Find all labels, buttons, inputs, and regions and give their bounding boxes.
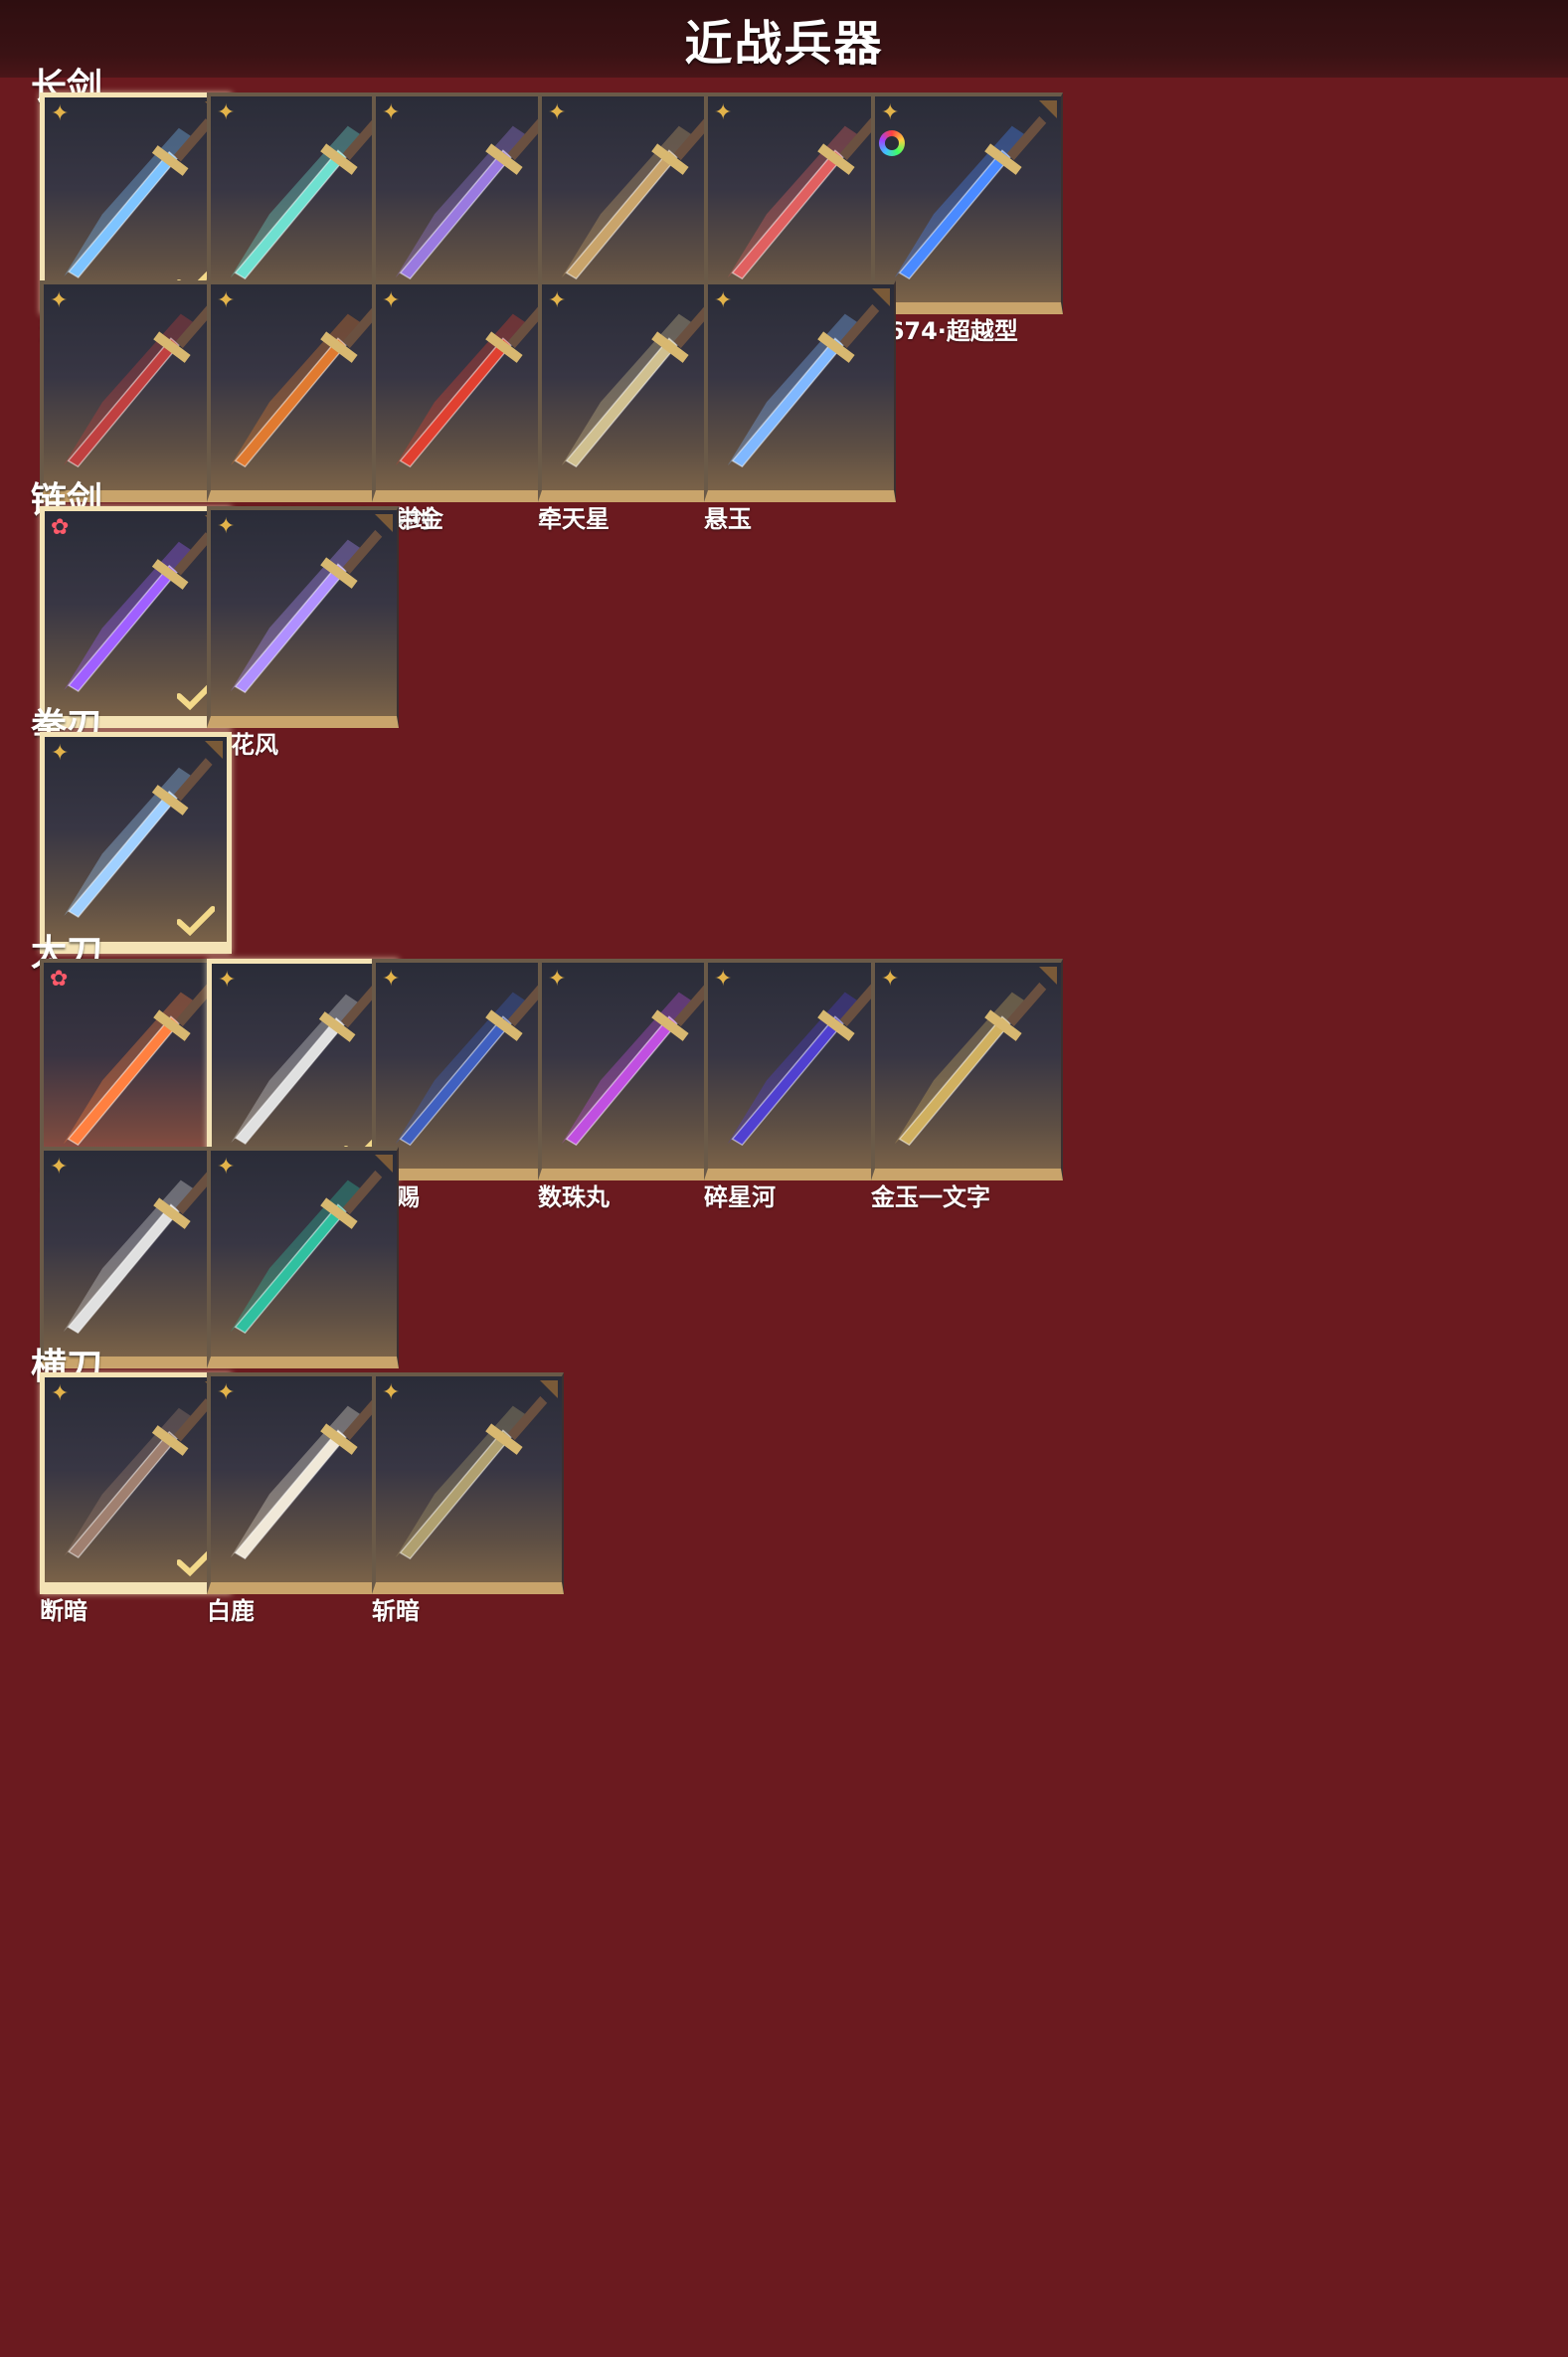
weapon-card[interactable]: ✦ <box>372 280 564 502</box>
weapon-card[interactable]: ✦ <box>40 280 232 502</box>
gold-shuriken-icon: ✦ <box>881 100 900 125</box>
weapon-name-label: 牵天星 <box>538 505 610 533</box>
weapon-collection-page: 近战兵器 长剑✦溯光寒✦壶中日月✦阴阳师·伞剑✦镇魔尺✦隐锋✦2674·超越型✦… <box>0 0 1568 2357</box>
weapon-card[interactable]: ✦ <box>538 280 730 502</box>
weapon-image <box>230 115 383 280</box>
weapon-card[interactable]: ✦ <box>372 959 564 1180</box>
weapon-card[interactable]: ✦ <box>704 280 896 502</box>
gold-shuriken-icon: ✦ <box>382 1380 401 1405</box>
gold-shuriken-icon: ✦ <box>217 288 236 313</box>
weapon-image <box>230 1395 383 1560</box>
weapon-card[interactable]: ✦ <box>538 959 730 1180</box>
gold-shuriken-icon: ✦ <box>548 100 567 125</box>
weapon-name-label: 碎星河 <box>704 1183 776 1211</box>
weapon-card[interactable]: ✦ <box>207 1372 399 1594</box>
weapon-card[interactable]: ✦ <box>207 506 399 728</box>
gold-shuriken-icon: ✦ <box>382 967 401 992</box>
weapon-image <box>727 303 880 468</box>
weapon-image <box>727 982 880 1147</box>
weapon-card[interactable]: ✦ <box>40 1372 232 1594</box>
gold-shuriken-icon: ✦ <box>51 1381 70 1406</box>
checkmark-icon <box>177 906 215 936</box>
weapon-image <box>894 115 1047 280</box>
title-bar: 近战兵器 <box>0 0 1568 78</box>
gold-shuriken-icon: ✦ <box>217 100 236 125</box>
weapon-name-label: 断暗 <box>40 1597 87 1625</box>
gold-shuriken-icon: ✦ <box>881 967 900 992</box>
weapon-name-label: 斩暗 <box>372 1597 420 1625</box>
page-title: 近战兵器 <box>684 16 884 72</box>
weapon-card[interactable]: ✦ <box>207 1147 399 1368</box>
weapon-card[interactable]: ✿ <box>40 506 232 728</box>
weapon-image <box>561 303 714 468</box>
weapon-image <box>561 982 714 1147</box>
gold-shuriken-icon: ✦ <box>50 288 69 313</box>
gold-shuriken-icon: ✦ <box>51 741 70 766</box>
gold-shuriken-icon: ✦ <box>548 288 567 313</box>
red-star-icon: ✿ <box>50 967 69 992</box>
weapon-card[interactable]: ✦ <box>704 959 896 1180</box>
weapon-image <box>63 982 216 1147</box>
weapon-image <box>894 982 1047 1147</box>
weapon-image <box>230 529 383 694</box>
weapon-image <box>63 303 216 468</box>
gold-shuriken-icon: ✦ <box>714 967 733 992</box>
gold-shuriken-icon: ✦ <box>217 1380 236 1405</box>
weapon-name-label: 金玉一文字 <box>871 1183 990 1211</box>
weapon-card[interactable]: ✦ <box>871 959 1063 1180</box>
weapon-image <box>395 303 548 468</box>
gold-shuriken-icon: ✦ <box>217 1155 236 1179</box>
gold-shuriken-icon: ✦ <box>714 288 733 313</box>
gold-shuriken-icon: ✦ <box>548 967 567 992</box>
red-star-icon: ✿ <box>51 515 70 540</box>
weapon-image <box>63 1170 216 1335</box>
gold-shuriken-icon: ✦ <box>382 100 401 125</box>
weapon-name-label: 悬玉 <box>704 505 752 533</box>
weapon-image <box>395 115 548 280</box>
weapon-image <box>727 115 880 280</box>
weapon-card[interactable]: ✦ <box>372 1372 564 1594</box>
weapon-card[interactable]: ✦ <box>871 92 1063 314</box>
weapon-name-label: 数珠丸 <box>538 1183 610 1211</box>
weapon-image <box>395 982 548 1147</box>
weapon-card[interactable]: ✦ <box>207 280 399 502</box>
weapon-card[interactable]: ✦ <box>40 1147 232 1368</box>
weapon-image <box>561 115 714 280</box>
gold-shuriken-icon: ✦ <box>218 968 237 993</box>
gold-shuriken-icon: ✦ <box>51 101 70 126</box>
gold-shuriken-icon: ✦ <box>382 288 401 313</box>
gold-shuriken-icon: ✦ <box>217 514 236 539</box>
weapon-image <box>230 1170 383 1335</box>
gold-shuriken-icon: ✦ <box>50 1155 69 1179</box>
weapon-image <box>230 303 383 468</box>
rainbow-ring-icon <box>879 130 905 156</box>
gold-shuriken-icon: ✦ <box>714 100 733 125</box>
weapon-card[interactable]: ✦ <box>40 732 232 954</box>
weapon-name-label: 白鹿 <box>207 1597 255 1625</box>
weapon-image <box>395 1395 548 1560</box>
